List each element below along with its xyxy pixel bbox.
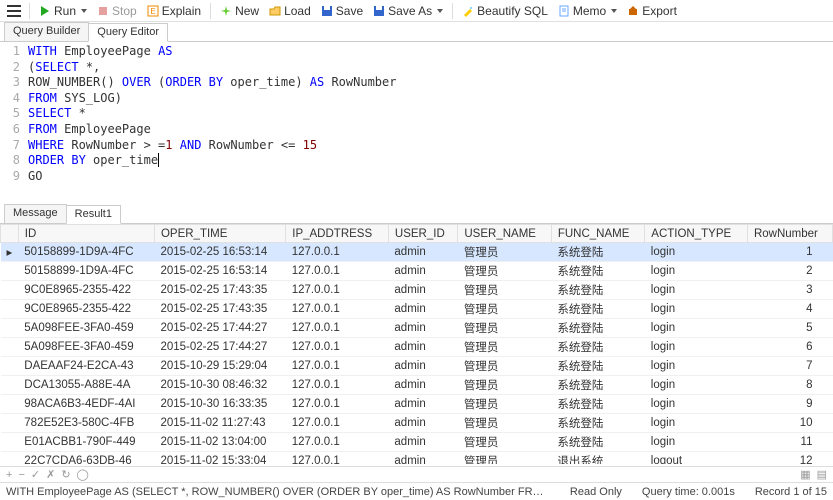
separator xyxy=(210,3,211,19)
status-bar: WITH EmployeePage AS (SELECT *, ROW_NUMB… xyxy=(0,482,833,500)
col-user_name[interactable]: USER_NAME xyxy=(458,225,551,243)
nav-grid-icon[interactable]: ▦ xyxy=(800,468,810,481)
col-user_id[interactable]: USER_ID xyxy=(388,225,457,243)
new-button[interactable]: New xyxy=(216,1,263,21)
result-grid[interactable]: IDOPER_TIMEIP_ADDTRESSUSER_IDUSER_NAMEFU… xyxy=(0,224,833,464)
tab-message[interactable]: Message xyxy=(4,204,67,223)
load-button[interactable]: Load xyxy=(265,1,315,21)
nav-remove-icon[interactable]: − xyxy=(18,469,24,481)
nav-stop-icon[interactable]: ◯ xyxy=(77,468,89,481)
nav-add-icon[interactable]: + xyxy=(6,469,12,481)
run-button[interactable]: Run xyxy=(35,1,91,21)
col-func_name[interactable]: FUNC_NAME xyxy=(551,225,644,243)
col-action_type[interactable]: ACTION_TYPE xyxy=(645,225,748,243)
line-gutter: 123456789 xyxy=(0,42,24,202)
status-record: Record 1 of 15 xyxy=(755,486,827,498)
svg-text:E: E xyxy=(150,7,155,16)
tab-query-editor[interactable]: Query Editor xyxy=(88,23,168,42)
table-row[interactable]: 22C7CDA6-63DB-462015-11-02 15:33:04127.0… xyxy=(1,452,833,465)
table-row[interactable]: E01ACBB1-790F-4492015-11-02 13:04:00127.… xyxy=(1,433,833,452)
col-ip_addtress[interactable]: IP_ADDTRESS xyxy=(286,225,389,243)
col-id[interactable]: ID xyxy=(18,225,154,243)
table-row[interactable]: 9C0E8965-2355-4222015-02-25 17:43:35127.… xyxy=(1,300,833,319)
nav-check-icon[interactable]: ✓ xyxy=(31,468,40,481)
separator xyxy=(29,3,30,19)
nav-form-icon[interactable]: ▤ xyxy=(817,468,827,481)
table-row[interactable]: DAEAAF24-E2CA-432015-10-29 15:29:04127.0… xyxy=(1,357,833,376)
nav-cancel-icon[interactable]: ✗ xyxy=(46,468,55,481)
table-row[interactable]: DCA13055-A88E-4A2015-10-30 08:46:32127.0… xyxy=(1,376,833,395)
table-row[interactable]: 9C0E8965-2355-4222015-02-25 17:43:35127.… xyxy=(1,281,833,300)
saveas-button[interactable]: Save As xyxy=(369,1,447,21)
editor-tabs: Query Builder Query Editor xyxy=(0,22,833,42)
grid-navigator: + − ✓ ✗ ↻ ◯ ▦ ▤ xyxy=(0,466,833,482)
status-mode: Read Only xyxy=(570,486,622,498)
sql-editor[interactable]: 123456789 WITH EmployeePage AS(SELECT *,… xyxy=(0,42,833,202)
table-row[interactable]: ▸50158899-1D9A-4FC2015-02-25 16:53:14127… xyxy=(1,243,833,262)
dropdown-icon xyxy=(437,9,443,13)
col-rownumber[interactable]: RowNumber xyxy=(747,225,832,243)
separator xyxy=(452,3,453,19)
table-row[interactable]: 50158899-1D9A-4FC2015-02-25 16:53:14127.… xyxy=(1,262,833,281)
table-row[interactable]: 5A098FEE-3FA0-4592015-02-25 17:44:27127.… xyxy=(1,319,833,338)
stop-button: Stop xyxy=(93,1,141,21)
hamburger-menu-icon[interactable] xyxy=(4,1,24,21)
explain-button[interactable]: EExplain xyxy=(143,1,205,21)
table-row[interactable]: 782E52E3-580C-4FB2015-11-02 11:27:43127.… xyxy=(1,414,833,433)
save-button[interactable]: Save xyxy=(317,1,367,21)
result-tabs: Message Result1 xyxy=(0,204,833,224)
nav-refresh-icon[interactable]: ↻ xyxy=(61,468,70,481)
dropdown-icon xyxy=(611,9,617,13)
table-row[interactable]: 98ACA6B3-4EDF-4AI2015-10-30 16:33:35127.… xyxy=(1,395,833,414)
tab-query-builder[interactable]: Query Builder xyxy=(4,22,89,41)
dropdown-icon xyxy=(81,9,87,13)
beautify-button[interactable]: Beautify SQL xyxy=(458,1,552,21)
status-sql: WITH EmployeePage AS (SELECT *, ROW_NUMB… xyxy=(6,486,550,498)
main-toolbar: Run Stop EExplain New Load Save Save As … xyxy=(0,0,833,22)
table-row[interactable]: 5A098FEE-3FA0-4592015-02-25 17:44:27127.… xyxy=(1,338,833,357)
memo-button[interactable]: Memo xyxy=(554,1,621,21)
tab-result1[interactable]: Result1 xyxy=(66,205,121,224)
export-button[interactable]: Export xyxy=(623,1,681,21)
sql-code[interactable]: WITH EmployeePage AS(SELECT *,ROW_NUMBER… xyxy=(24,42,400,202)
status-time: Query time: 0.001s xyxy=(642,486,735,498)
col-oper_time[interactable]: OPER_TIME xyxy=(154,225,285,243)
